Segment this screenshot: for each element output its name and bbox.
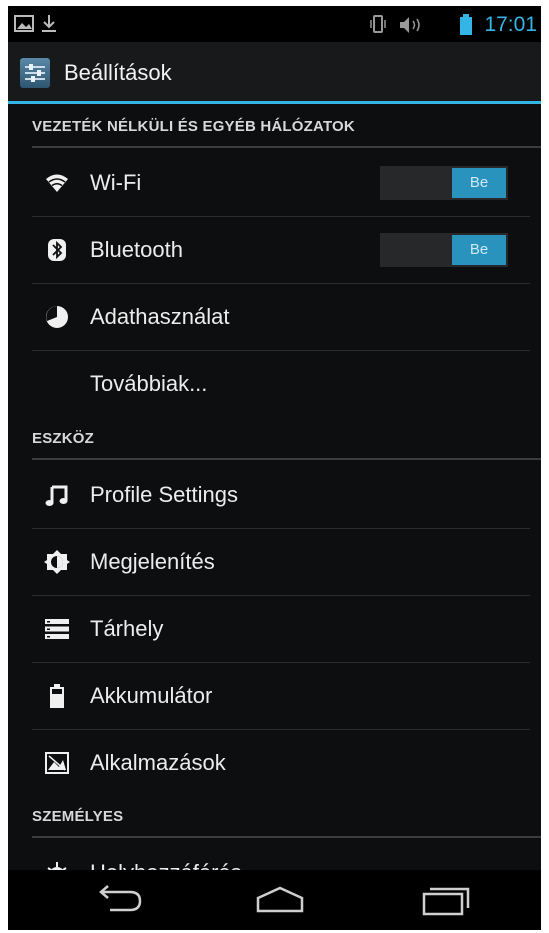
apps-icon — [45, 752, 69, 774]
settings-item-display[interactable]: Megjelenítés — [8, 529, 541, 595]
wifi-toggle-state: Be — [452, 168, 506, 198]
settings-screen: 17:01 Beállítások VEZETÉK NÉLKÜLI ÉS EGY… — [8, 6, 541, 930]
settings-item-wifi[interactable]: Wi-Fi Be — [8, 150, 541, 216]
vibrate-icon — [370, 15, 386, 33]
clock: 17:01 — [484, 13, 537, 36]
settings-item-more[interactable]: Továbbiak... — [8, 351, 541, 417]
wifi-toggle[interactable]: Be — [380, 166, 508, 200]
section-divider — [32, 146, 541, 148]
home-icon[interactable] — [250, 882, 310, 918]
brightness-icon — [44, 550, 70, 574]
section-header-personal: SZEMÉLYES — [32, 808, 124, 825]
status-bar: 17:01 — [8, 6, 541, 42]
settings-item-bluetooth[interactable]: Bluetooth Be — [8, 217, 541, 283]
navigation-bar — [8, 870, 541, 930]
settings-item-profile[interactable]: Profile Settings — [8, 462, 541, 528]
bluetooth-toggle[interactable]: Be — [380, 233, 508, 267]
data-usage-label: Adathasználat — [90, 304, 230, 329]
download-icon — [42, 15, 56, 32]
settings-item-battery[interactable]: Akkumulátor — [8, 663, 541, 729]
section-divider — [32, 458, 541, 460]
section-divider — [32, 836, 541, 838]
action-bar: Beállítások — [8, 42, 541, 104]
settings-item-apps[interactable]: Alkalmazások — [8, 730, 541, 796]
section-header-device: ESZKÖZ — [32, 430, 95, 447]
back-icon[interactable] — [88, 882, 148, 918]
battery-status-icon — [460, 14, 472, 35]
profile-label: Profile Settings — [90, 482, 238, 507]
image-notification-icon — [14, 15, 34, 32]
bluetooth-toggle-state: Be — [452, 235, 506, 265]
data-usage-icon — [46, 306, 68, 328]
page-title: Beállítások — [64, 60, 172, 85]
settings-item-data-usage[interactable]: Adathasználat — [8, 284, 541, 350]
more-label: Továbbiak... — [90, 371, 208, 396]
bluetooth-icon — [48, 239, 66, 261]
volume-icon — [400, 17, 420, 33]
battery-icon — [50, 684, 64, 708]
location-label: Helyhozzáférés — [90, 860, 242, 870]
battery-label: Akkumulátor — [90, 683, 213, 708]
location-icon — [47, 862, 67, 870]
settings-list[interactable]: VEZETÉK NÉLKÜLI ÉS EGYÉB HÁLÓZATOK Wi-Fi… — [8, 104, 541, 870]
settings-item-storage[interactable]: Tárhely — [8, 596, 541, 662]
apps-label: Alkalmazások — [90, 750, 226, 775]
storage-label: Tárhely — [90, 616, 164, 641]
recent-apps-icon[interactable] — [416, 882, 476, 918]
bluetooth-label: Bluetooth — [90, 237, 183, 262]
wifi-label: Wi-Fi — [90, 170, 142, 195]
storage-icon — [45, 619, 69, 639]
settings-item-location[interactable]: Helyhozzáférés — [8, 840, 541, 870]
wifi-icon — [46, 174, 68, 192]
display-label: Megjelenítés — [90, 549, 215, 574]
settings-app-icon[interactable] — [20, 58, 50, 88]
music-note-icon — [45, 485, 68, 506]
section-header-wireless: VEZETÉK NÉLKÜLI ÉS EGYÉB HÁLÓZATOK — [32, 118, 355, 135]
